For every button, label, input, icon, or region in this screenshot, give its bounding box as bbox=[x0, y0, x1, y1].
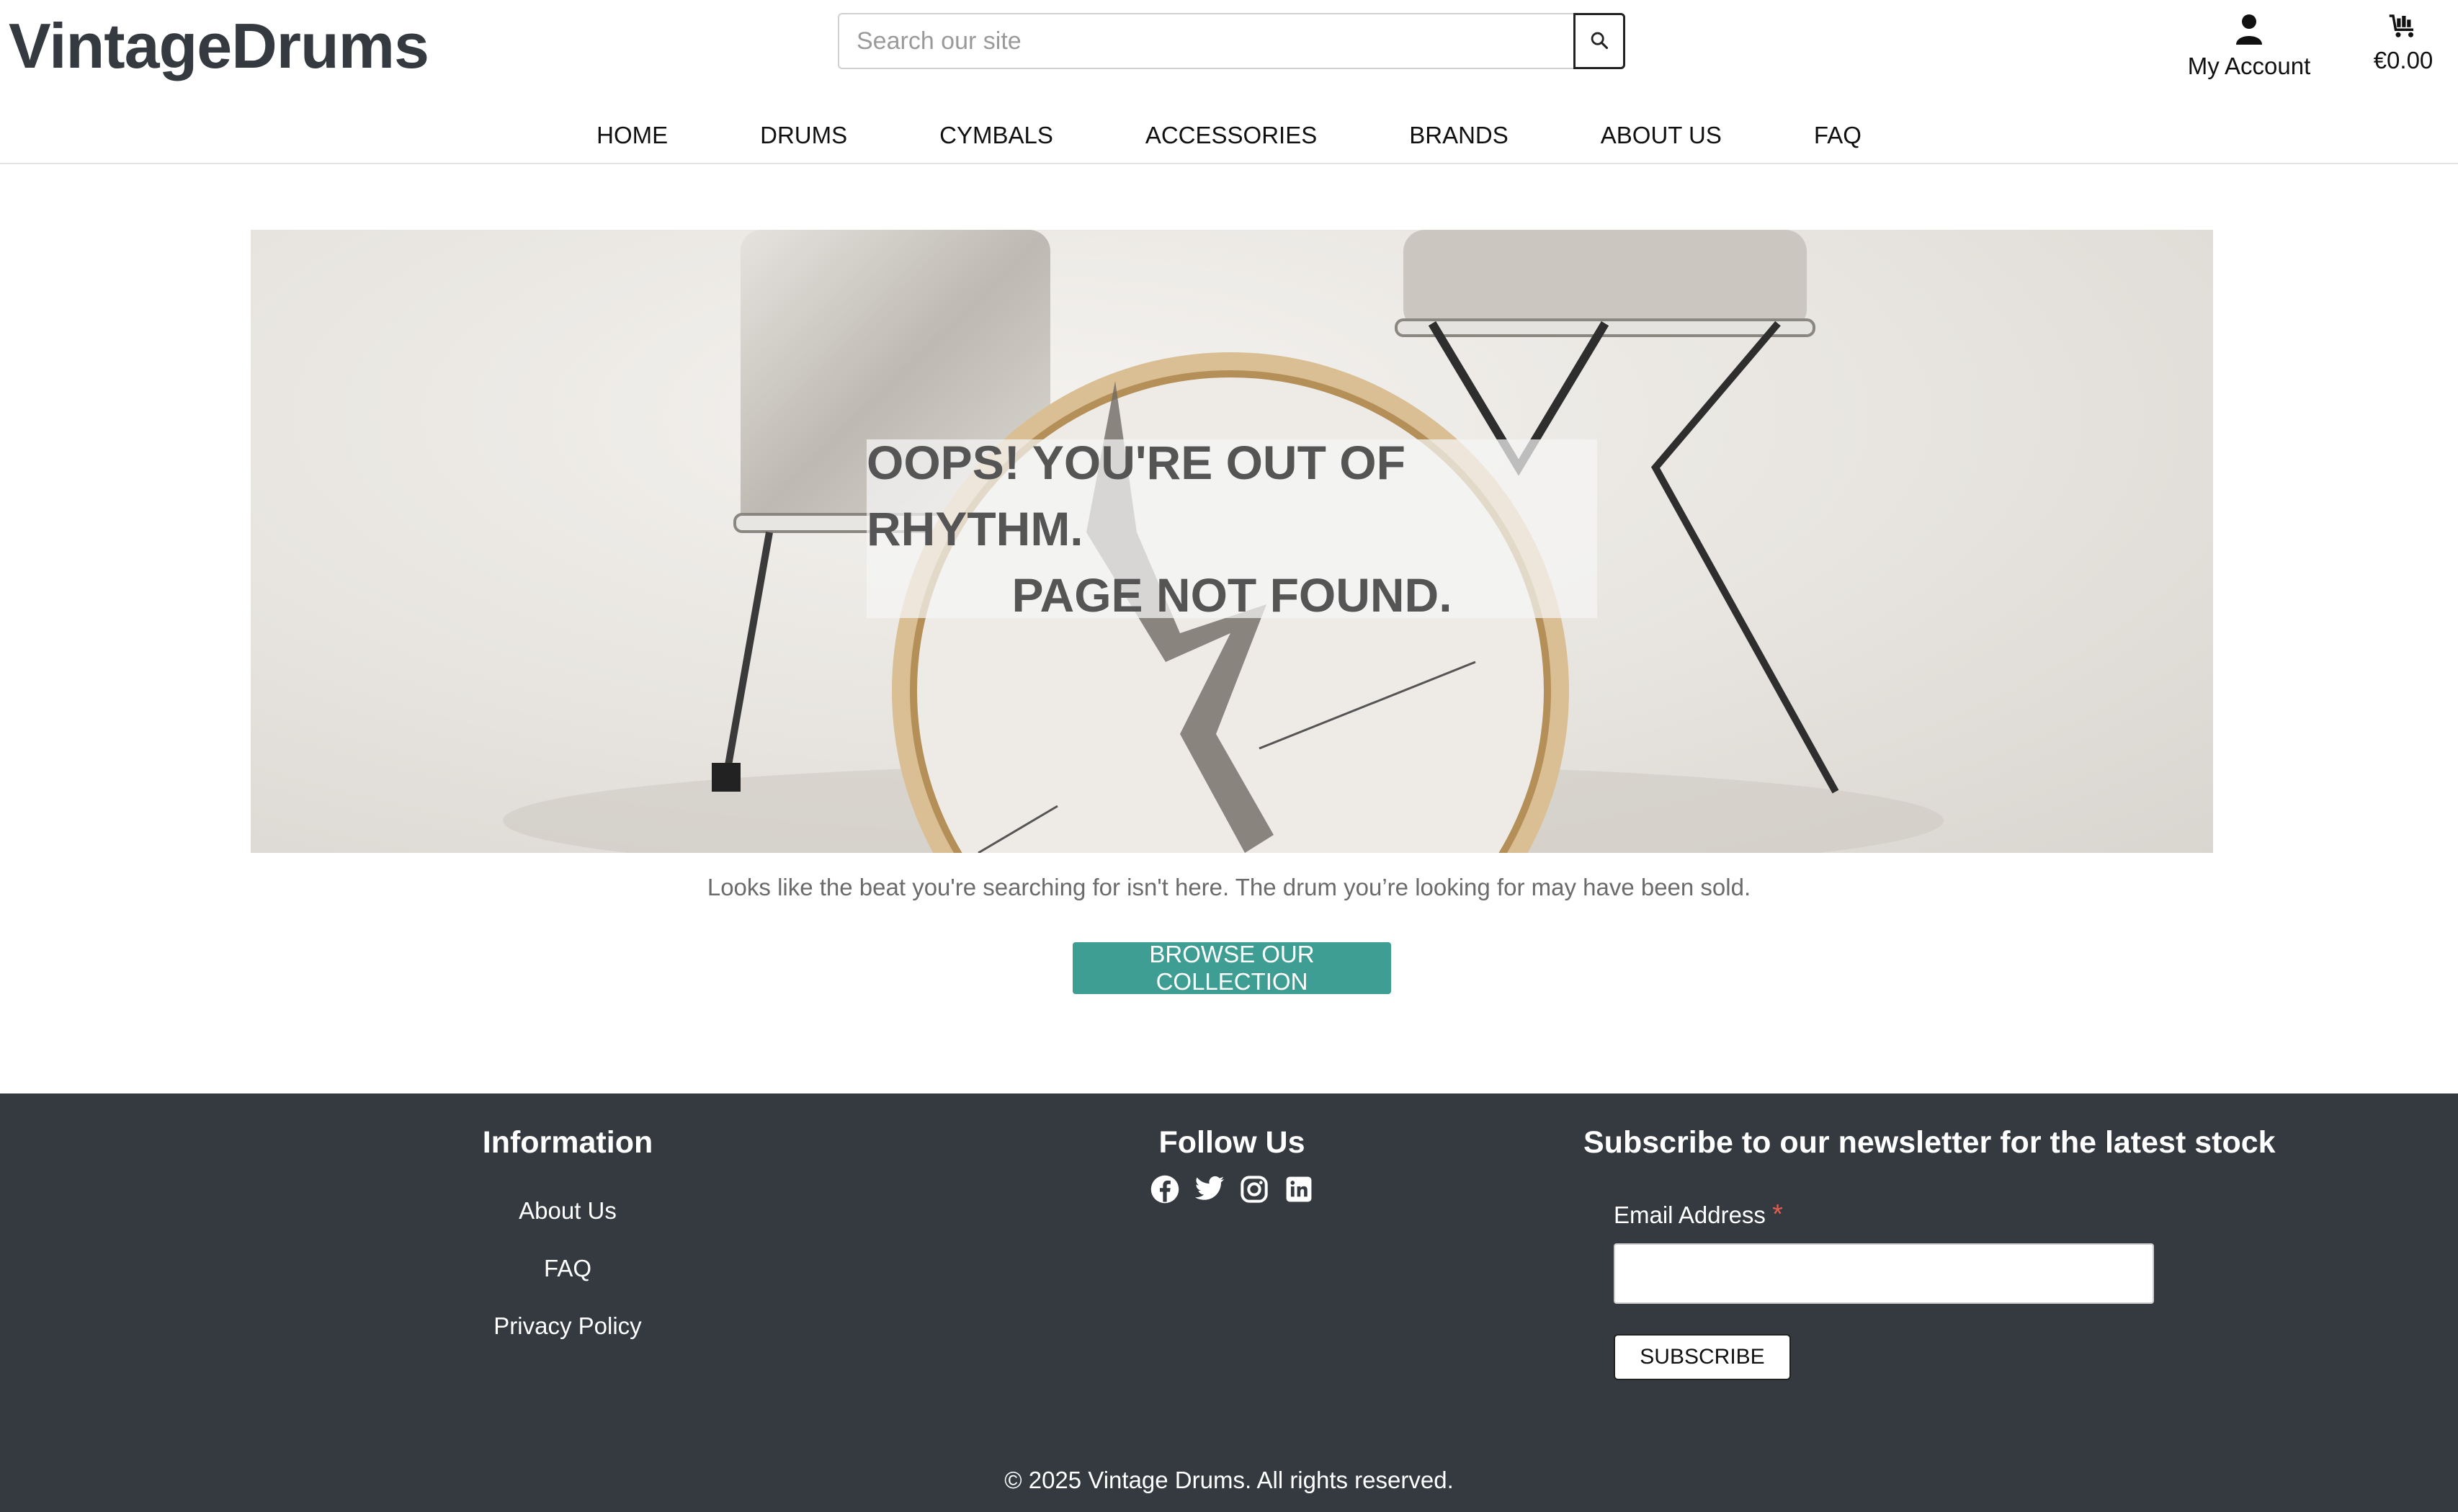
hero-banner: OOPS! YOU'RE OUT OF RHYTHM. PAGE NOT FOU… bbox=[251, 230, 2213, 853]
required-marker: * bbox=[1772, 1199, 1783, 1230]
follow-us-heading: Follow Us bbox=[1158, 1125, 1305, 1160]
copyright-notice: © 2025 Vintage Drums. All rights reserve… bbox=[1004, 1467, 1454, 1493]
main-nav: HOME DRUMS CYMBALS ACCESSORIES BRANDS AB… bbox=[0, 115, 2458, 156]
nav-home[interactable]: HOME bbox=[596, 115, 668, 156]
error-title-line-2: PAGE NOT FOUND. bbox=[1011, 568, 1452, 622]
my-account-label: My Account bbox=[2187, 53, 2311, 79]
footer-link-about-us[interactable]: About Us bbox=[424, 1182, 712, 1240]
linkedin-icon[interactable] bbox=[1283, 1173, 1315, 1205]
search-button[interactable] bbox=[1573, 13, 1625, 69]
facebook-icon[interactable] bbox=[1149, 1173, 1181, 1205]
nav-faq[interactable]: FAQ bbox=[1814, 115, 1862, 156]
nav-about-us[interactable]: ABOUT US bbox=[1601, 115, 1722, 156]
instagram-icon[interactable] bbox=[1238, 1173, 1270, 1205]
twitter-icon[interactable] bbox=[1194, 1173, 1225, 1205]
email-label: Email Address * bbox=[1614, 1199, 2376, 1230]
information-heading: Information bbox=[482, 1125, 653, 1160]
footer-information: Information About Us FAQ Privacy Policy bbox=[424, 1125, 712, 1355]
not-found-notice: Looks like the beat you're searching for… bbox=[707, 874, 1751, 900]
site-header: VintageDrums My Account €0.00 HOME DRUMS bbox=[0, 0, 2458, 164]
social-links bbox=[1124, 1173, 1340, 1205]
email-field[interactable] bbox=[1614, 1243, 2154, 1304]
browse-collection-button[interactable]: BROWSE OUR COLLECTION bbox=[1073, 941, 1391, 995]
user-icon bbox=[2235, 13, 2263, 48]
error-title-line-1: OOPS! YOU'RE OUT OF RHYTHM. bbox=[867, 436, 1405, 555]
search-input[interactable] bbox=[838, 13, 1573, 69]
footer-link-faq[interactable]: FAQ bbox=[424, 1240, 712, 1297]
my-account-link[interactable]: My Account bbox=[2183, 13, 2315, 80]
error-message-box: OOPS! YOU'RE OUT OF RHYTHM. PAGE NOT FOU… bbox=[867, 436, 1597, 622]
email-label-text: Email Address bbox=[1614, 1202, 1766, 1228]
site-footer: Information About Us FAQ Privacy Policy … bbox=[0, 1093, 2458, 1512]
cart-link[interactable]: €0.00 bbox=[2369, 13, 2438, 74]
nav-brands[interactable]: BRANDS bbox=[1409, 115, 1509, 156]
search-bar bbox=[838, 13, 1625, 69]
footer-follow-us: Follow Us bbox=[1124, 1125, 1340, 1205]
nav-accessories[interactable]: ACCESSORIES bbox=[1145, 115, 1317, 156]
nav-drums[interactable]: DRUMS bbox=[760, 115, 847, 156]
subscribe-button[interactable]: SUBSCRIBE bbox=[1614, 1334, 1791, 1380]
search-icon bbox=[1589, 30, 1609, 53]
footer-newsletter: Subscribe to our newsletter for the late… bbox=[1583, 1125, 2376, 1380]
cart-icon bbox=[2388, 13, 2418, 43]
nav-cymbals[interactable]: CYMBALS bbox=[939, 115, 1053, 156]
newsletter-heading: Subscribe to our newsletter for the late… bbox=[1583, 1125, 2276, 1160]
footer-link-privacy-policy[interactable]: Privacy Policy bbox=[424, 1297, 712, 1355]
site-logo[interactable]: VintageDrums bbox=[9, 10, 429, 82]
cart-total: €0.00 bbox=[2373, 47, 2434, 73]
